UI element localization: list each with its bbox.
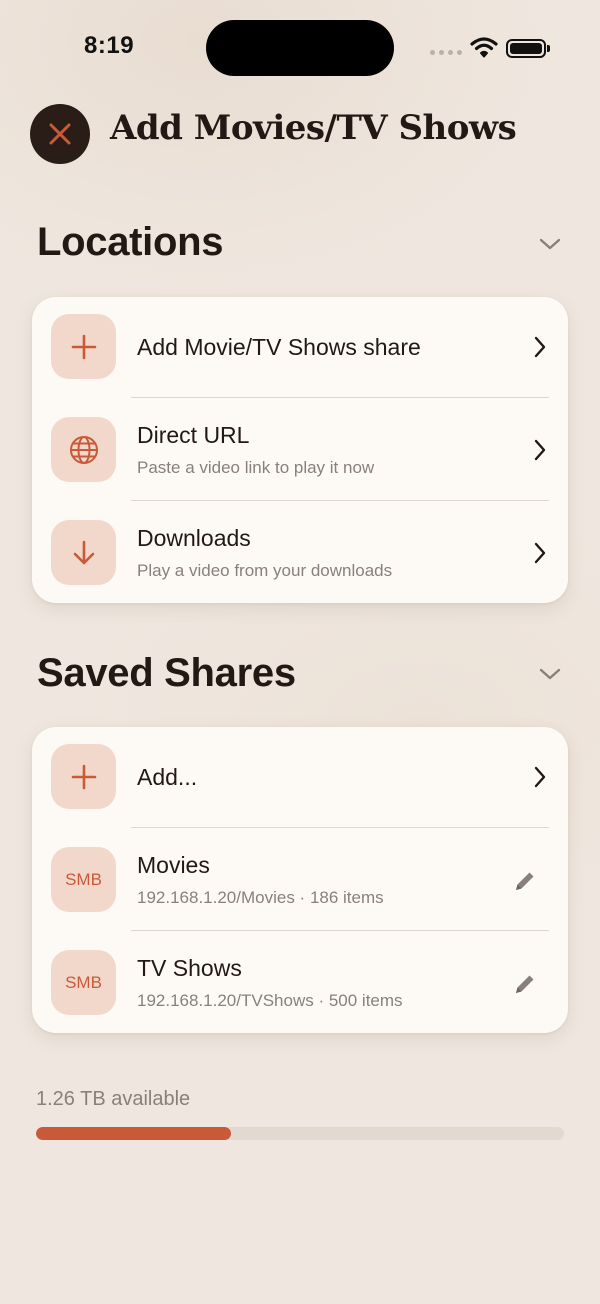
share-row-movies[interactable]: SMB Movies 192.168.1.20/Movies · 186 ite… [32, 830, 568, 933]
row-icon-container [51, 417, 116, 482]
close-icon [49, 123, 71, 145]
chevron-right-icon [534, 439, 546, 461]
arrow-down-icon [73, 540, 94, 564]
smb-badge: SMB [51, 847, 116, 912]
share-path: 192.168.1.20/TVShows · 500 items [137, 991, 403, 1010]
saved-shares-section-title: Saved Shares [37, 651, 296, 695]
share-row-tv-shows[interactable]: SMB TV Shows 192.168.1.20/TVShows · 500 … [32, 933, 568, 1036]
pencil-icon[interactable] [512, 971, 538, 997]
direct-url-label: Direct URL [137, 422, 250, 448]
row-icon-container [51, 744, 116, 809]
storage-available-label: 1.26 TB available [36, 1088, 191, 1110]
wifi-icon [470, 37, 498, 58]
add-share-row[interactable]: Add Movie/TV Shows share [32, 297, 568, 400]
smb-badge: SMB [51, 950, 116, 1015]
pencil-icon[interactable] [512, 868, 538, 894]
battery-icon [506, 39, 546, 58]
locations-section-title: Locations [37, 220, 224, 264]
chevron-right-icon [534, 336, 546, 358]
storage-progress-bar [36, 1127, 564, 1140]
collapse-saved-shares-chevron-icon[interactable] [538, 666, 562, 682]
share-name: Movies [137, 852, 210, 878]
locations-card: Add Movie/TV Shows share Direct URL Past… [32, 297, 568, 603]
chevron-right-icon [534, 766, 546, 788]
add-saved-share-label: Add... [137, 764, 198, 790]
row-icon-container [51, 314, 116, 379]
downloads-row[interactable]: Downloads Play a video from your downloa… [32, 503, 568, 606]
saved-shares-card: Add... SMB Movies 192.168.1.20/Movies · … [32, 727, 568, 1033]
plus-icon [71, 764, 96, 789]
add-share-label: Add Movie/TV Shows share [137, 334, 421, 360]
row-icon-container [51, 520, 116, 585]
close-button[interactable] [30, 104, 90, 164]
divider [131, 397, 549, 398]
globe-icon [69, 435, 98, 464]
direct-url-row[interactable]: Direct URL Paste a video link to play it… [32, 400, 568, 503]
storage-progress-fill [36, 1127, 232, 1140]
direct-url-subtitle: Paste a video link to play it now [137, 458, 375, 477]
downloads-label: Downloads [137, 525, 251, 551]
page-title: Add Movies/TV Shows [110, 108, 517, 148]
chevron-right-icon [534, 542, 546, 564]
plus-icon [71, 334, 96, 359]
dynamic-island [206, 20, 394, 76]
divider [131, 930, 549, 931]
status-time: 8:19 [84, 32, 135, 59]
collapse-locations-chevron-icon[interactable] [538, 236, 562, 252]
share-path: 192.168.1.20/Movies · 186 items [137, 888, 384, 907]
status-bar: 8:19 [0, 0, 600, 96]
cellular-signal-icon [430, 50, 462, 55]
share-name: TV Shows [137, 955, 242, 981]
divider [131, 500, 549, 501]
add-saved-share-row[interactable]: Add... [32, 727, 568, 830]
downloads-subtitle: Play a video from your downloads [137, 561, 393, 580]
divider [131, 827, 549, 828]
